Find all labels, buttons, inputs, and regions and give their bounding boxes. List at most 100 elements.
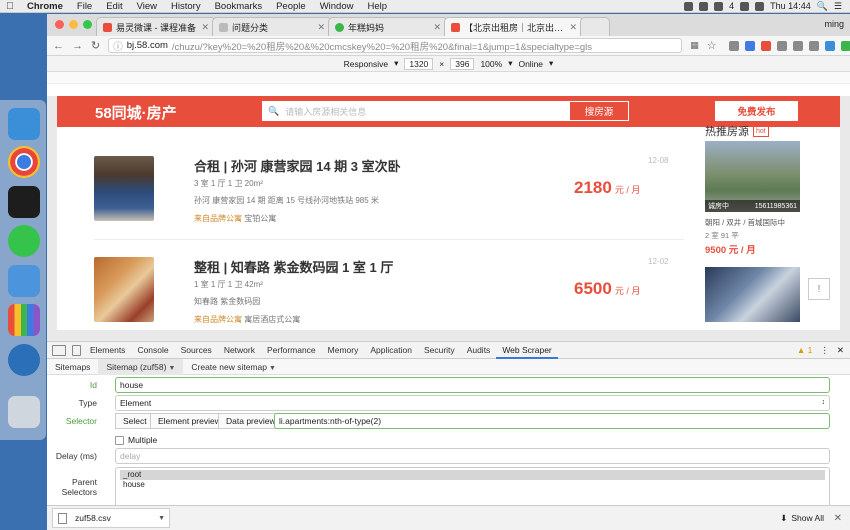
network-throttle-select[interactable]: Online: [518, 59, 543, 69]
extension-icon[interactable]: [840, 40, 850, 51]
hot-listing-name[interactable]: 朝阳 / 双井 / 首城国际中: [705, 217, 805, 228]
bookmark-star-icon[interactable]: ☆: [707, 39, 717, 52]
listing-brand[interactable]: 寓居酒店式公寓: [244, 315, 300, 324]
trash-icon[interactable]: [8, 396, 40, 428]
extension-icon[interactable]: [776, 40, 787, 51]
finder-icon[interactable]: [8, 108, 40, 140]
hot-listing-photo[interactable]: 诚房中 15611985361: [705, 141, 800, 212]
tab-close-icon[interactable]: ✕: [317, 22, 325, 33]
extension-icon[interactable]: [792, 40, 803, 51]
device-toggle-icon[interactable]: [72, 344, 81, 356]
tab-web-scraper[interactable]: Web Scraper: [496, 342, 558, 359]
show-all-button[interactable]: ⬇ Show All: [780, 513, 824, 524]
keynote-icon[interactable]: [8, 265, 40, 297]
listing-item[interactable]: 整租 | 知春路 紫金数码园 1 室 1 厅 1 室 1 厅 1 卫 42m² …: [94, 257, 684, 330]
menu-list-icon[interactable]: ☰: [834, 1, 842, 12]
devtools-menu-icon[interactable]: ⋮: [820, 345, 829, 356]
search-button[interactable]: 搜房源: [569, 101, 629, 121]
status-icon[interactable]: [684, 1, 694, 11]
type-select[interactable]: Element ↕: [115, 395, 830, 411]
listing-title[interactable]: 整租 | 知春路 紫金数码园 1 室 1 厅: [194, 257, 393, 276]
parent-option-root[interactable]: _root: [120, 470, 825, 480]
download-item[interactable]: zuf58.csv ▼: [52, 508, 170, 528]
status-icon[interactable]: [714, 1, 724, 11]
tab-3[interactable]: 年糕妈妈 ✕: [328, 17, 448, 36]
nav-sitemap-current[interactable]: Sitemap (zuf58) ▼: [98, 358, 184, 375]
menu-file[interactable]: File: [70, 1, 99, 12]
tab-elements[interactable]: Elements: [84, 342, 131, 359]
menu-edit[interactable]: Edit: [99, 1, 129, 12]
tab-4-active[interactable]: 【北京出租房｜北京出租房网｜ ✕: [444, 17, 584, 36]
chevron-down-icon[interactable]: ▼: [158, 515, 169, 522]
parent-option-house[interactable]: house: [120, 480, 825, 490]
listing-photo[interactable]: [94, 257, 154, 322]
hot-listing-photo[interactable]: [705, 267, 800, 322]
warning-icon[interactable]: ▲ 1: [797, 345, 813, 355]
listing-item[interactable]: 合租 | 孙河 康营家园 14 期 3 室次卧 3 室 1 厅 1 卫 20m²…: [94, 156, 684, 246]
forward-icon[interactable]: →: [72, 40, 83, 52]
download-bar-close-icon[interactable]: ✕: [834, 513, 842, 524]
selector-input[interactable]: li.apartments:nth-of-type(2): [274, 413, 830, 429]
clock[interactable]: Thu 14:44: [770, 1, 811, 11]
delay-input[interactable]: delay: [115, 448, 830, 464]
wifi-icon[interactable]: [740, 1, 750, 11]
site-logo[interactable]: 58同城·房产: [95, 102, 177, 123]
nav-sitemaps[interactable]: Sitemaps: [47, 359, 98, 375]
inspect-icon[interactable]: [52, 344, 66, 356]
nav-create-sitemap[interactable]: Create new sitemap ▼: [183, 359, 284, 375]
search-input[interactable]: 🔍 请输入房源相关信息: [262, 101, 569, 121]
status-icon[interactable]: [699, 1, 709, 11]
address-bar[interactable]: ⓘ bj.58.com/chuzu/?key%20=%20租房%20&%20cm…: [108, 38, 683, 53]
checkbox-box[interactable]: [115, 435, 124, 445]
extension-icon[interactable]: [808, 40, 819, 51]
minimize-window-button[interactable]: [69, 20, 78, 29]
tab-sources[interactable]: Sources: [175, 342, 218, 359]
tab-performance[interactable]: Performance: [261, 342, 322, 359]
device-mode-select[interactable]: Responsive: [344, 59, 388, 69]
volume-icon[interactable]: [755, 1, 765, 11]
back-icon[interactable]: ←: [53, 40, 64, 52]
id-input[interactable]: house: [115, 377, 830, 393]
tab-1[interactable]: 易灵微课 - 课程准备 ✕: [96, 17, 216, 36]
tab-memory[interactable]: Memory: [322, 342, 365, 359]
numbers-icon[interactable]: [8, 304, 40, 336]
translate-icon[interactable]: ▦: [690, 40, 699, 51]
tab-close-icon[interactable]: ✕: [433, 22, 441, 33]
extension-icon[interactable]: [760, 40, 771, 51]
reload-icon[interactable]: ↻: [91, 39, 100, 52]
viewport-width-input[interactable]: 1320: [404, 57, 434, 70]
feedback-icon[interactable]: !: [808, 278, 830, 300]
listing-photo[interactable]: [94, 156, 154, 221]
tab-security[interactable]: Security: [418, 342, 461, 359]
zoom-select[interactable]: 100%: [480, 59, 502, 69]
extension-icon[interactable]: [728, 40, 739, 51]
tab-close-icon[interactable]: ✕: [569, 22, 577, 33]
listing-brand[interactable]: 宝铂公寓: [244, 214, 276, 223]
publish-button[interactable]: 免费发布: [715, 101, 798, 121]
chrome-icon[interactable]: [8, 146, 40, 178]
extension-icon[interactable]: [744, 40, 755, 51]
listing-title[interactable]: 合租 | 孙河 康营家园 14 期 3 室次卧: [194, 156, 401, 175]
close-window-button[interactable]: [55, 20, 64, 29]
extension-icon[interactable]: [824, 40, 835, 51]
menu-window[interactable]: Window: [313, 1, 361, 12]
viewport-height-input[interactable]: 396: [450, 57, 475, 70]
apple-icon[interactable]: : [0, 1, 20, 12]
devtools-close-icon[interactable]: ✕: [837, 345, 844, 356]
quicktime-icon[interactable]: [8, 344, 40, 376]
zoom-window-button[interactable]: [83, 20, 92, 29]
menu-view[interactable]: View: [130, 1, 164, 12]
menu-people[interactable]: People: [269, 1, 313, 12]
menu-history[interactable]: History: [164, 1, 208, 12]
menu-chrome[interactable]: Chrome: [20, 1, 70, 12]
tab-application[interactable]: Application: [364, 342, 418, 359]
tab-2[interactable]: 问题分类 ✕: [212, 17, 332, 36]
tab-audits[interactable]: Audits: [461, 342, 497, 359]
tab-close-icon[interactable]: ✕: [201, 22, 209, 33]
new-tab-button[interactable]: [580, 17, 610, 36]
menu-help[interactable]: Help: [360, 1, 394, 12]
info-icon[interactable]: ⓘ: [113, 39, 123, 53]
spotlight-icon[interactable]: 🔍: [817, 1, 828, 12]
terminal-icon[interactable]: [8, 186, 40, 218]
tab-network[interactable]: Network: [218, 342, 261, 359]
